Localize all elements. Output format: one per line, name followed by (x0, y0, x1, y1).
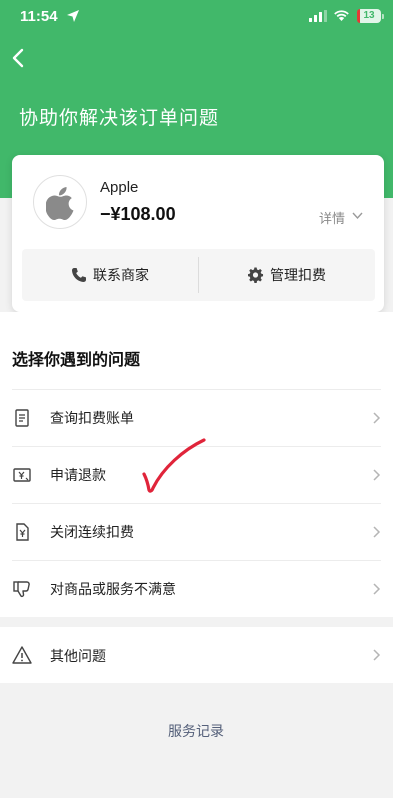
service-record-link[interactable]: 服务记录 (168, 721, 224, 741)
chevron-right-icon (373, 526, 381, 538)
issue-row-dissatisfied[interactable]: 对商品或服务不满意 (0, 560, 393, 617)
thumbs-down-icon (13, 581, 30, 598)
issues-title: 选择你遇到的问题 (12, 350, 141, 369)
document-yen-icon (16, 523, 29, 541)
contact-merchant-label: 联系商家 (93, 268, 149, 284)
warning-icon (12, 646, 32, 664)
chevron-right-icon (373, 412, 381, 424)
status-bar: 11:54 13 (0, 0, 393, 34)
wifi-icon (334, 10, 349, 21)
issue-label: 关闭连续扣费 (50, 525, 134, 541)
chevron-right-icon (373, 469, 381, 481)
order-actions: 联系商家 管理扣费 (22, 249, 375, 301)
battery-low-indicator (357, 9, 360, 23)
manage-deduction-button[interactable]: 管理扣费 (199, 249, 375, 301)
handwritten-checkmark (142, 438, 206, 493)
detail-link[interactable]: 详情 (319, 208, 345, 227)
battery-icon: 13 (357, 9, 381, 23)
battery-tip (382, 14, 384, 19)
row-divider (12, 503, 381, 504)
phone-icon (72, 268, 86, 282)
apple-icon (46, 187, 74, 220)
merchant-name: Apple (100, 179, 139, 196)
chevron-right-icon (373, 649, 381, 661)
chevron-right-icon (373, 583, 381, 595)
contact-merchant-button[interactable]: 联系商家 (22, 249, 198, 301)
other-issue-row[interactable]: 其他问题 (0, 627, 393, 683)
row-divider (12, 560, 381, 561)
signal-icon (309, 10, 327, 22)
back-arrow-icon[interactable] (10, 46, 28, 70)
order-card: Apple −¥108.00 详情 联系商家 管理扣费 (12, 155, 384, 312)
refund-icon (13, 468, 31, 482)
issue-row-cancel-autopay[interactable]: 关闭连续扣费 (0, 503, 393, 560)
issue-label: 申请退款 (50, 468, 106, 484)
battery-level: 13 (363, 10, 375, 21)
status-time: 11:54 (20, 8, 58, 25)
issue-label: 查询扣费账单 (50, 411, 134, 427)
apple-logo (33, 175, 87, 229)
gear-icon (248, 267, 264, 283)
manage-deduction-label: 管理扣费 (270, 268, 326, 284)
other-issue-label: 其他问题 (50, 649, 106, 665)
issue-label: 对商品或服务不满意 (50, 582, 176, 598)
order-amount: −¥108.00 (100, 204, 176, 224)
receipt-icon (15, 409, 29, 427)
location-arrow-icon (67, 10, 79, 22)
row-divider (12, 389, 381, 390)
page-title: 协助你解决该订单问题 (19, 107, 220, 129)
chevron-down-icon[interactable] (351, 209, 364, 222)
